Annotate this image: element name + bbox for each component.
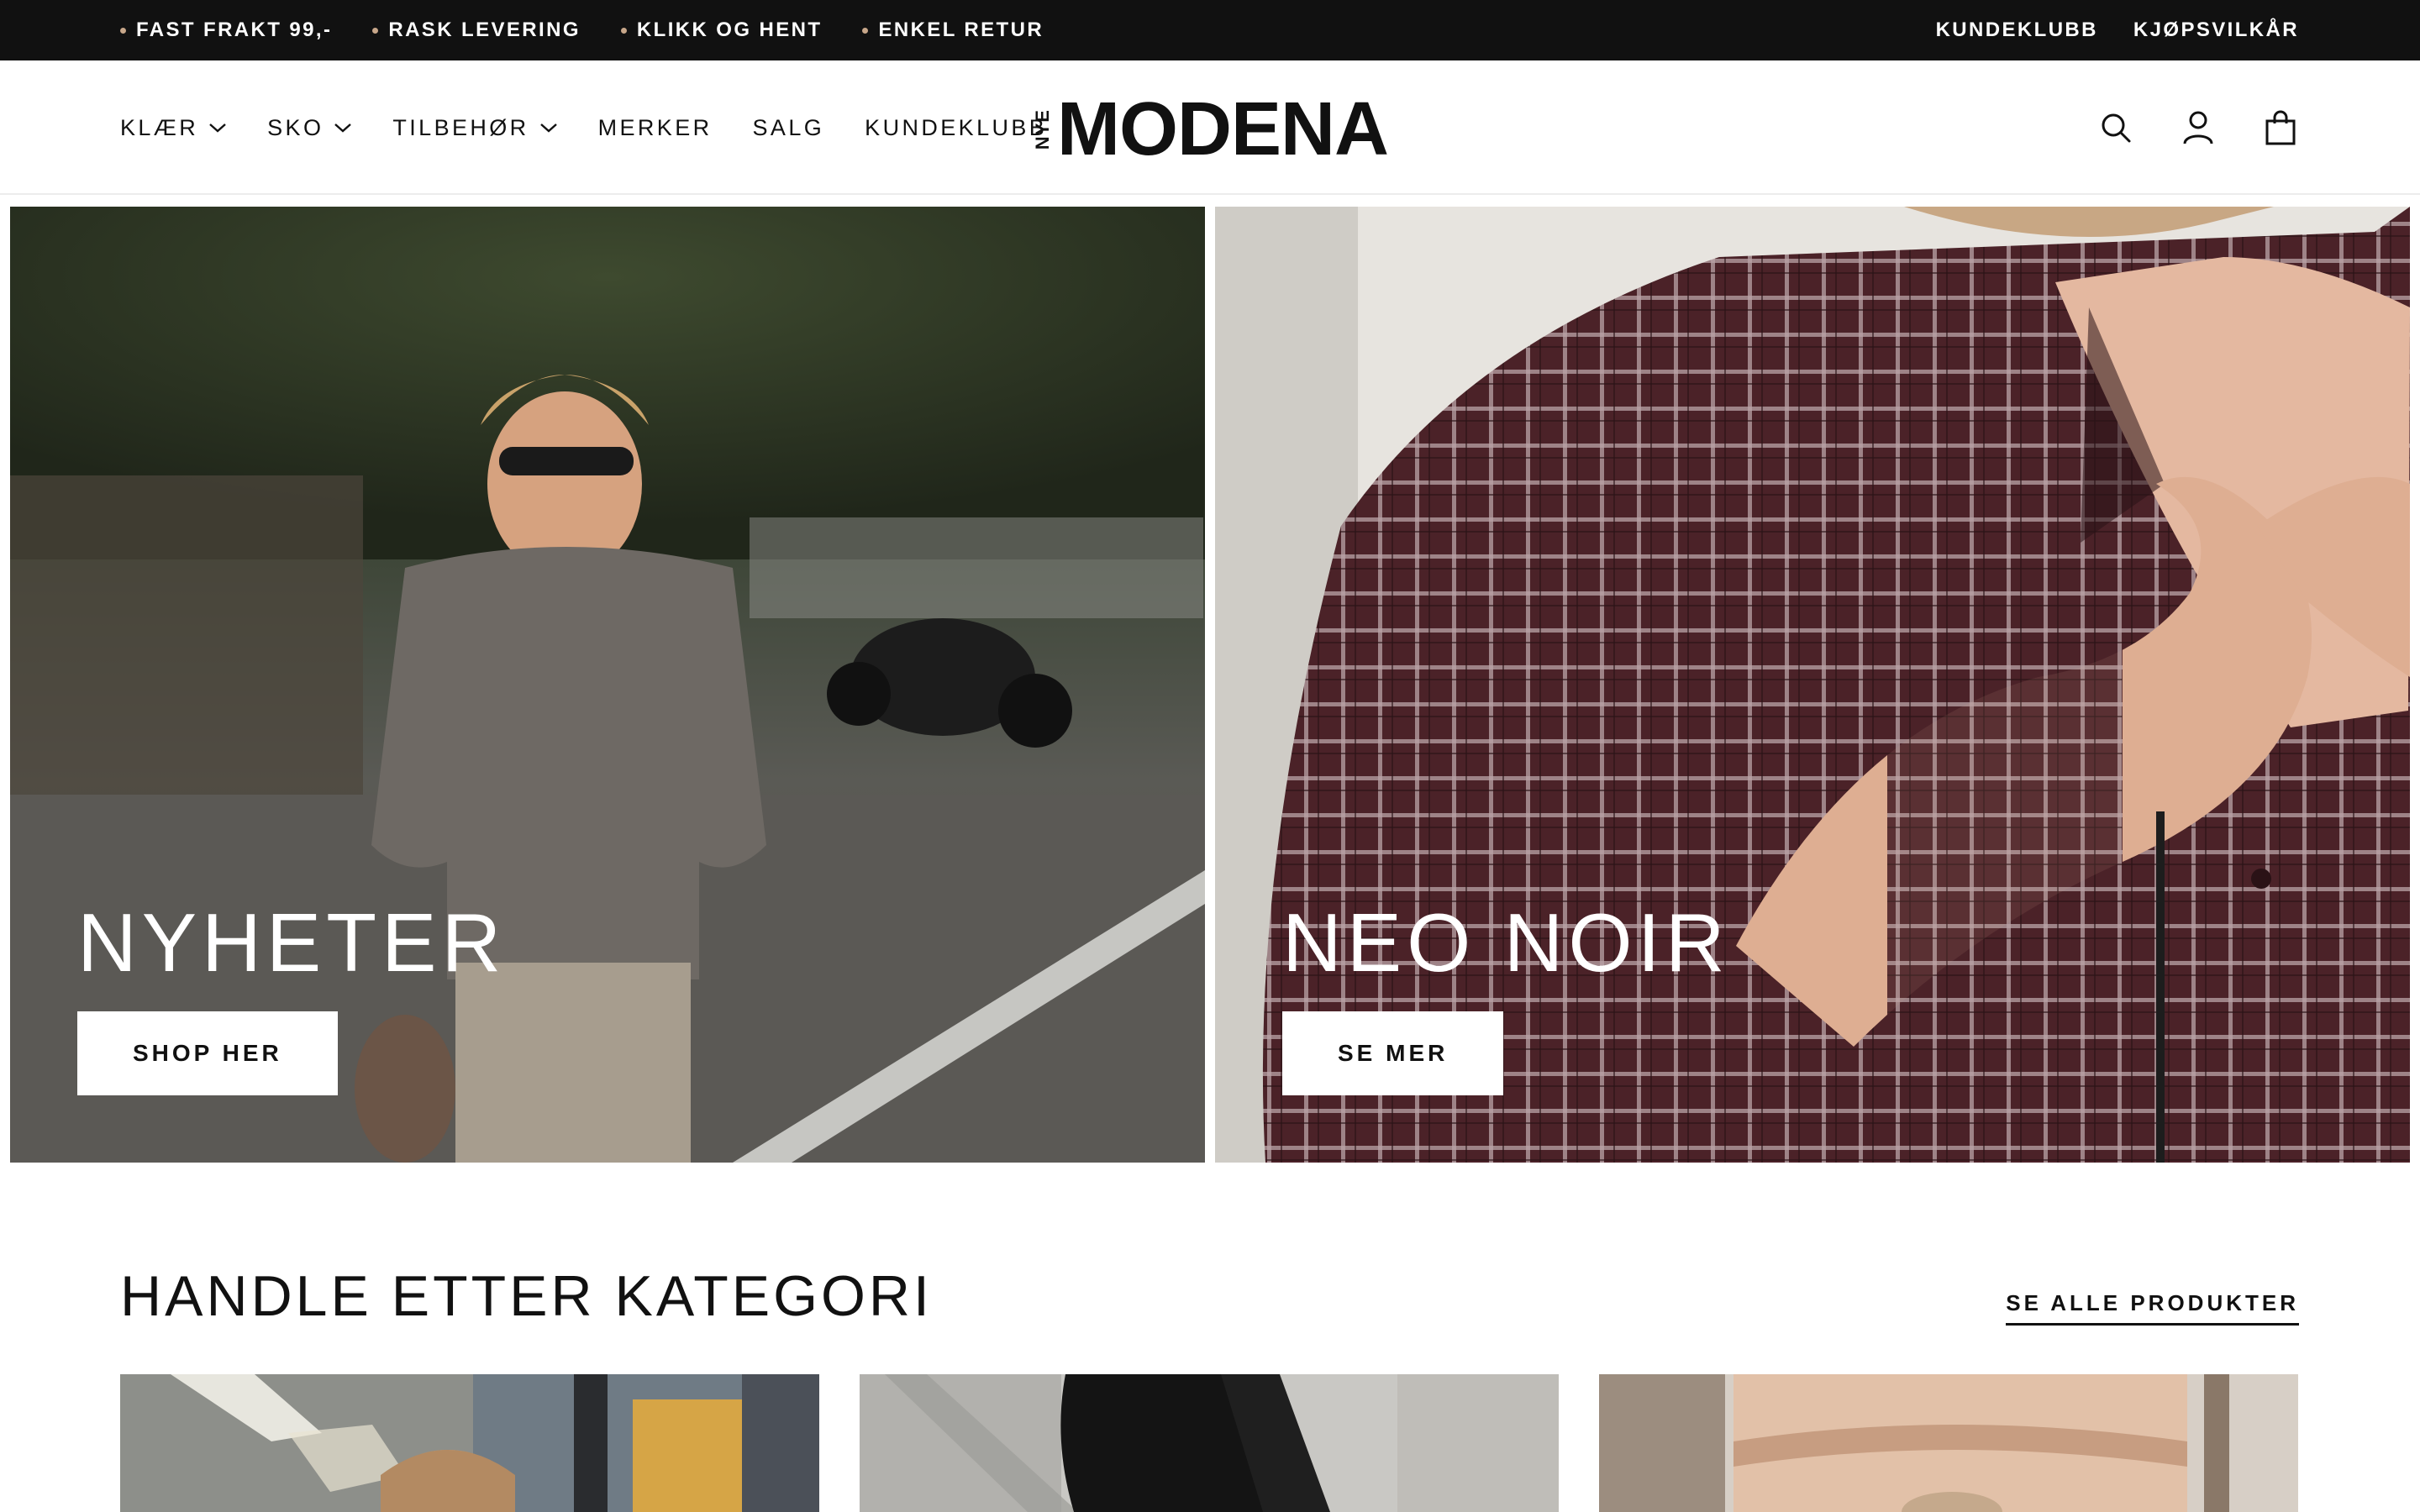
usp-item: RASK LEVERING bbox=[372, 18, 581, 42]
nav-label: SALG bbox=[752, 114, 825, 140]
top-links: KUNDEKLUBB KJØPSVILKÅR bbox=[1936, 0, 2299, 60]
category-card[interactable] bbox=[860, 1374, 1559, 1512]
usp-list: FAST FRAKT 99,- RASK LEVERING KLIKK OG H… bbox=[120, 0, 1044, 60]
usp-label: RASK LEVERING bbox=[388, 18, 581, 41]
hero-banner-nyheter[interactable]: NYHETER SHOP HER bbox=[10, 207, 1205, 1163]
usp-item: FAST FRAKT 99,- bbox=[120, 18, 332, 42]
category-image bbox=[860, 1374, 1559, 1512]
site-logo[interactable]: NYE MODENA bbox=[1032, 87, 1389, 171]
shop-her-button[interactable]: SHOP HER bbox=[77, 1011, 338, 1095]
nav-label: SKO bbox=[267, 114, 324, 140]
logo-prefix: NYE bbox=[1032, 108, 1053, 150]
logo-name: MODENA bbox=[1057, 87, 1389, 171]
usp-label: ENKEL RETUR bbox=[878, 18, 1044, 41]
nav-label: KLÆR bbox=[120, 114, 199, 140]
usp-item: KLIKK OG HENT bbox=[620, 18, 823, 42]
usp-label: KLIKK OG HENT bbox=[636, 18, 823, 41]
hero-banner-neo-noir[interactable]: NEO NOIR SE MER bbox=[1215, 207, 2410, 1163]
kjopsvilkar-top-link[interactable]: KJØPSVILKÅR bbox=[2133, 18, 2299, 42]
announcement-bar: FAST FRAKT 99,- RASK LEVERING KLIKK OG H… bbox=[0, 0, 2420, 60]
nav-item-salg[interactable]: SALG bbox=[753, 115, 825, 141]
search-icon[interactable] bbox=[2097, 109, 2134, 146]
nav-item-klaer[interactable]: KLÆR bbox=[120, 115, 227, 141]
hero-title: NEO NOIR bbox=[1282, 896, 1730, 989]
bullet-dot-icon bbox=[862, 27, 869, 34]
chevron-down-icon bbox=[539, 123, 557, 133]
usp-item: ENKEL RETUR bbox=[862, 18, 1044, 42]
category-image bbox=[120, 1374, 819, 1512]
chevron-down-icon bbox=[209, 123, 226, 133]
nav-item-merker[interactable]: MERKER bbox=[598, 115, 713, 141]
bullet-dot-icon bbox=[120, 27, 126, 34]
chevron-down-icon bbox=[334, 123, 352, 133]
kundeklubb-top-link[interactable]: KUNDEKLUBB bbox=[1936, 18, 2098, 42]
nav-item-tilbehor[interactable]: TILBEHØR bbox=[392, 115, 557, 141]
nav-item-kundeklubb[interactable]: KUNDEKLUBB bbox=[865, 115, 1047, 141]
se-mer-button[interactable]: SE MER bbox=[1282, 1011, 1504, 1095]
hero-title: NYHETER bbox=[77, 896, 507, 989]
category-card[interactable] bbox=[120, 1374, 819, 1512]
nav-label: MERKER bbox=[597, 114, 713, 140]
section-title: HANDLE ETTER KATEGORI bbox=[120, 1264, 933, 1328]
site-header: KLÆR SKO TILBEHØR MERKER SALG KUNDEKLUBB… bbox=[0, 60, 2420, 195]
main-nav: KLÆR SKO TILBEHØR MERKER SALG KUNDEKLUBB bbox=[120, 60, 1047, 195]
bullet-dot-icon bbox=[620, 27, 627, 34]
bullet-dot-icon bbox=[372, 27, 379, 34]
category-image bbox=[1599, 1374, 2298, 1512]
account-icon[interactable] bbox=[2180, 109, 2217, 146]
usp-label: FAST FRAKT 99,- bbox=[136, 18, 333, 41]
nav-item-sko[interactable]: SKO bbox=[267, 115, 352, 141]
header-actions bbox=[2097, 60, 2299, 195]
nav-label: TILBEHØR bbox=[392, 114, 529, 140]
nav-label: KUNDEKLUBB bbox=[865, 114, 1048, 140]
category-card[interactable] bbox=[1599, 1374, 2298, 1512]
category-grid bbox=[120, 1374, 2298, 1512]
see-all-products-link[interactable]: SE ALLE PRODUKTER bbox=[2006, 1290, 2299, 1326]
cart-icon[interactable] bbox=[2262, 109, 2299, 146]
